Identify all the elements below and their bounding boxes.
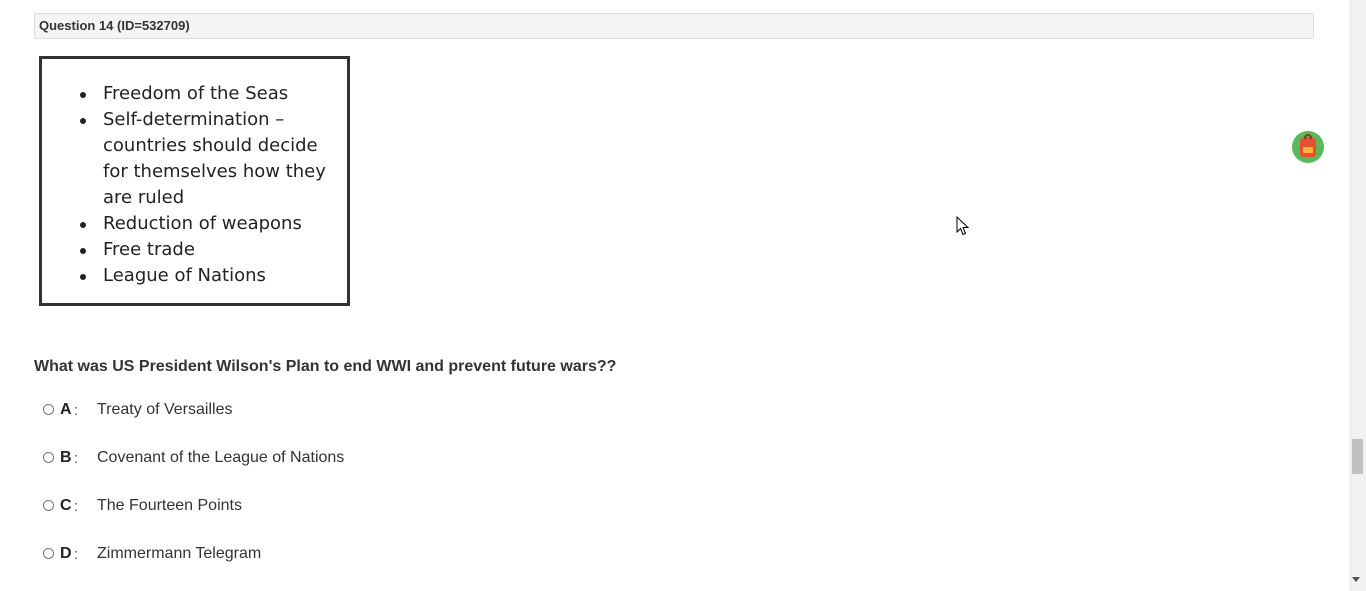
option-text: Covenant of the League of Nations [97,449,345,466]
option-letter: A [60,401,72,418]
option-colon: : [74,497,79,515]
option-colon: : [74,545,79,563]
stimulus-item: League of Nations [80,263,338,289]
stimulus-item: Freedom of the Seas [80,81,338,107]
scroll-down-icon[interactable] [1352,577,1360,582]
radio-button[interactable] [43,451,54,463]
option-text: Treaty of Versailles [97,401,233,418]
radio-button[interactable] [43,547,54,559]
option-letter: D [60,545,72,562]
radio-button[interactable] [43,499,54,511]
question-prompt: What was US President Wilson's Plan to e… [34,358,617,375]
option-d[interactable]: D : Zimmermann Telegram [43,544,261,564]
stimulus-box: Freedom of the Seas Self-determination –… [39,56,350,306]
option-b[interactable]: B : Covenant of the League of Nations [43,448,344,468]
option-colon: : [74,401,79,419]
option-letter: C [60,497,72,514]
stimulus-item: Free trade [80,237,338,263]
option-text: The Fourteen Points [97,497,242,514]
option-c[interactable]: C : The Fourteen Points [43,496,242,516]
option-letter: B [60,449,72,466]
scrollbar-thumb[interactable] [1352,439,1363,474]
radio-button[interactable] [43,403,54,415]
stimulus-item: Reduction of weapons [80,211,338,237]
option-colon: : [74,449,79,467]
stimulus-list: Freedom of the Seas Self-determination –… [80,81,338,289]
mouse-pointer-icon [956,216,970,236]
option-a[interactable]: A : Treaty of Versailles [43,400,232,420]
stimulus-item: Self-determination – countries should de… [80,107,338,211]
option-text: Zimmermann Telegram [97,545,262,562]
backpack-icon[interactable] [1292,131,1324,163]
scrollbar[interactable] [1349,0,1366,591]
question-header: Question 14 (ID=532709) [34,13,1314,39]
